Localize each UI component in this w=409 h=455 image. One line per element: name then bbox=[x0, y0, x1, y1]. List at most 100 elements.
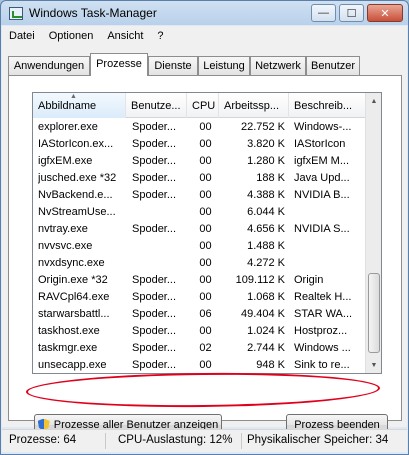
process-row[interactable]: unsecapp.exe Spoder... 00 948 K Sink to re..… bbox=[33, 357, 366, 373]
process-cpu-cell: 00 bbox=[199, 359, 212, 371]
scrollbar-thumb[interactable] bbox=[368, 273, 380, 353]
process-cpu-cell: 00 bbox=[199, 240, 212, 252]
tab-anwendungen[interactable]: Anwendungen bbox=[8, 56, 90, 75]
process-name-cell: explorer.exe bbox=[38, 121, 98, 133]
status-process-count: Prozesse: 64 bbox=[9, 434, 77, 446]
process-memory-cell: 6.044 K bbox=[247, 206, 285, 218]
process-cpu-cell: 00 bbox=[199, 155, 212, 167]
process-cpu-cell: 00 bbox=[199, 274, 212, 286]
process-cpu-cell: 02 bbox=[199, 342, 212, 354]
scroll-up-arrow-icon[interactable]: ▲ bbox=[366, 93, 381, 109]
process-cpu-cell: 06 bbox=[199, 308, 212, 320]
process-memory-cell: 3.820 K bbox=[247, 138, 285, 150]
process-name-cell: taskhost.exe bbox=[38, 325, 100, 337]
client-area: Anwendungen Prozesse Dienste Leistung Ne… bbox=[2, 45, 407, 436]
process-row[interactable]: igfxEM.exe Spoder... 00 1.280 K igfxEM M... bbox=[33, 153, 366, 170]
tab-benutzer[interactable]: Benutzer bbox=[306, 56, 360, 75]
process-user-cell: Spoder... bbox=[132, 223, 177, 235]
red-circle-annotation bbox=[25, 371, 381, 409]
process-row[interactable]: explorer.exe Spoder... 00 22.752 K Windows-.… bbox=[33, 119, 366, 136]
process-name-cell: NvStreamUse... bbox=[38, 206, 116, 218]
task-manager-window: Windows Task-Manager — ☐ ✕ Datei Optione… bbox=[0, 0, 409, 455]
process-cpu-cell: 00 bbox=[199, 291, 212, 303]
minimize-button[interactable]: — bbox=[311, 4, 336, 22]
tab-leistung[interactable]: Leistung bbox=[198, 56, 250, 75]
process-cpu-cell: 00 bbox=[199, 138, 212, 150]
status-bar: Prozesse: 64 CPU-Auslastung: 12% Physika… bbox=[2, 429, 407, 452]
vertical-scrollbar[interactable]: ▲ ▼ bbox=[365, 93, 381, 373]
process-description-cell: NVIDIA B... bbox=[294, 189, 350, 201]
menu-help[interactable]: ? bbox=[150, 30, 170, 42]
process-row[interactable]: IAStorIcon.ex... Spoder... 00 3.820 K IAStor… bbox=[33, 136, 366, 153]
process-user-cell: Spoder... bbox=[132, 325, 177, 337]
process-memory-cell: 188 K bbox=[256, 172, 285, 184]
menu-ansicht[interactable]: Ansicht bbox=[100, 30, 150, 42]
process-cpu-cell: 00 bbox=[199, 257, 212, 269]
scroll-down-arrow-icon[interactable]: ▼ bbox=[366, 357, 381, 373]
process-row[interactable]: nvvsvc.exe 00 1.488 K bbox=[33, 238, 366, 255]
process-row[interactable]: NvStreamUse... 00 6.044 K bbox=[33, 204, 366, 221]
menu-optionen[interactable]: Optionen bbox=[42, 30, 101, 42]
process-cpu-cell: 00 bbox=[199, 189, 212, 201]
process-row[interactable]: taskmgr.exe Spoder... 02 2.744 K Windows ... bbox=[33, 340, 366, 357]
process-description-cell: Windows ... bbox=[294, 342, 351, 354]
tab-prozesse[interactable]: Prozesse bbox=[90, 53, 148, 76]
status-cpu-usage: CPU-Auslastung: 12% bbox=[118, 434, 233, 446]
process-description-cell: IAStorIcon bbox=[294, 138, 346, 150]
process-user-cell: Spoder... bbox=[132, 121, 177, 133]
process-name-cell: unsecapp.exe bbox=[38, 359, 107, 371]
process-row[interactable]: taskhost.exe Spoder... 00 1.024 K Hostproz..… bbox=[33, 323, 366, 340]
process-memory-cell: 49.404 K bbox=[240, 308, 285, 320]
menu-datei[interactable]: Datei bbox=[2, 30, 42, 42]
column-header-row: ▲ Abbildname Benutze... CPU Arbeitssp...… bbox=[33, 93, 366, 118]
process-memory-cell: 4.656 K bbox=[247, 223, 285, 235]
process-name-cell: RAVCpl64.exe bbox=[38, 291, 110, 303]
process-memory-cell: 109.112 K bbox=[235, 274, 285, 286]
process-name-cell: Origin.exe *32 bbox=[38, 274, 108, 286]
process-user-cell: Spoder... bbox=[132, 172, 177, 184]
maximize-button[interactable]: ☐ bbox=[339, 4, 364, 22]
process-description-cell: Realtek H... bbox=[294, 291, 352, 303]
process-user-cell: Spoder... bbox=[132, 138, 177, 150]
process-description-cell: igfxEM M... bbox=[294, 155, 350, 167]
process-row[interactable]: nvxdsync.exe 00 4.272 K bbox=[33, 255, 366, 272]
process-row[interactable]: Origin.exe *32 Spoder... 00 109.112 K Origin bbox=[33, 272, 366, 289]
process-name-cell: starwarsbattl... bbox=[38, 308, 110, 320]
process-cpu-cell: 00 bbox=[199, 325, 212, 337]
process-name-cell: IAStorIcon.ex... bbox=[38, 138, 114, 150]
process-name-cell: nvtray.exe bbox=[38, 223, 88, 235]
process-name-cell: igfxEM.exe bbox=[38, 155, 93, 167]
process-memory-cell: 948 K bbox=[256, 359, 285, 371]
process-list[interactable]: ▲ Abbildname Benutze... CPU Arbeitssp...… bbox=[32, 92, 382, 374]
process-name-cell: NvBackend.e... bbox=[38, 189, 113, 201]
column-header-abbildname[interactable]: ▲ Abbildname bbox=[33, 93, 126, 118]
process-row[interactable]: jusched.exe *32 Spoder... 00 188 K Java Upd.… bbox=[33, 170, 366, 187]
close-button[interactable]: ✕ bbox=[367, 4, 403, 22]
process-memory-cell: 4.272 K bbox=[247, 257, 285, 269]
process-row[interactable]: RAVCpl64.exe Spoder... 00 1.068 K Realtek H.… bbox=[33, 289, 366, 306]
process-name-cell: nvvsvc.exe bbox=[38, 240, 93, 252]
process-memory-cell: 1.024 K bbox=[247, 325, 285, 337]
process-user-cell: Spoder... bbox=[132, 308, 177, 320]
menu-bar: Datei Optionen Ansicht ? bbox=[2, 26, 407, 45]
status-separator bbox=[241, 433, 242, 449]
process-row[interactable]: NvBackend.e... Spoder... 00 4.388 K NVIDIA B… bbox=[33, 187, 366, 204]
tab-dienste[interactable]: Dienste bbox=[148, 56, 198, 75]
column-header-beschreibung[interactable]: Beschreib... bbox=[289, 93, 366, 118]
column-header-arbeitsspeicher[interactable]: Arbeitssp... bbox=[219, 93, 289, 118]
process-description-cell: NVIDIA S... bbox=[294, 223, 350, 235]
process-description-cell: Origin bbox=[294, 274, 324, 286]
process-description-cell: STAR WA... bbox=[294, 308, 353, 320]
process-cpu-cell: 00 bbox=[199, 172, 212, 184]
process-row[interactable]: nvtray.exe Spoder... 00 4.656 K NVIDIA S... bbox=[33, 221, 366, 238]
process-row[interactable]: starwarsbattl... Spoder... 06 49.404 K STAR … bbox=[33, 306, 366, 323]
process-memory-cell: 2.744 K bbox=[247, 342, 285, 354]
column-header-benutzer[interactable]: Benutze... bbox=[126, 93, 187, 118]
process-description-cell: Sink to re... bbox=[294, 359, 350, 371]
process-user-cell: Spoder... bbox=[132, 342, 177, 354]
processes-panel: ▲ Abbildname Benutze... CPU Arbeitssp...… bbox=[8, 75, 402, 436]
column-header-cpu[interactable]: CPU bbox=[187, 93, 219, 118]
title-bar[interactable]: Windows Task-Manager — ☐ ✕ bbox=[1, 1, 408, 26]
window-title: Windows Task-Manager bbox=[29, 6, 157, 20]
tab-netzwerk[interactable]: Netzwerk bbox=[250, 56, 306, 75]
